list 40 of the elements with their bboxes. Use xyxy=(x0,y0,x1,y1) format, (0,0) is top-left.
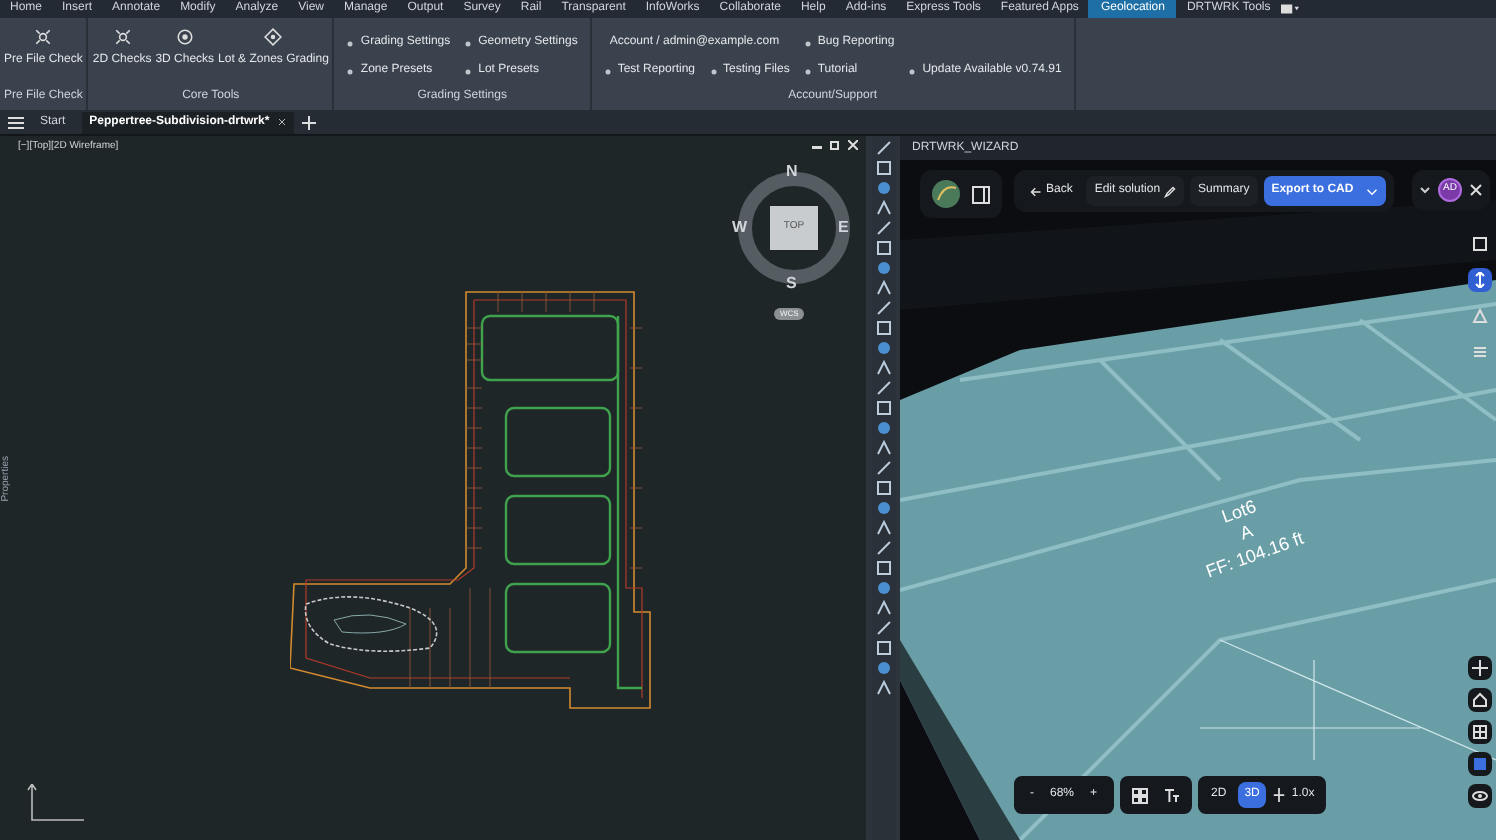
compass-west[interactable]: W xyxy=(732,216,748,240)
minimize-icon[interactable] xyxy=(812,140,822,150)
tool-icon[interactable] xyxy=(1472,788,1488,804)
grid-icon[interactable] xyxy=(1131,787,1148,803)
tool-icon[interactable] xyxy=(1472,724,1488,740)
bullet-icon[interactable] xyxy=(803,67,812,75)
text-size-icon[interactable] xyxy=(1163,787,1180,803)
bullet-icon[interactable] xyxy=(346,67,355,75)
lot-name: Lot6 xyxy=(1219,496,1260,527)
sidebar-toggle-icon[interactable] xyxy=(972,185,990,203)
tool-icon[interactable] xyxy=(1472,692,1488,708)
compass-east[interactable]: E xyxy=(838,216,849,240)
logo-icon[interactable] xyxy=(932,180,960,208)
bullet-icon[interactable] xyxy=(464,39,473,47)
bullet-icon[interactable] xyxy=(803,39,812,47)
new-tab-icon[interactable] xyxy=(301,115,316,129)
bullet-icon[interactable] xyxy=(464,67,473,75)
tool-icon[interactable] xyxy=(113,28,132,46)
pencil-icon[interactable] xyxy=(1164,185,1177,197)
compass-north[interactable]: N xyxy=(786,160,798,184)
bullet-icon[interactable] xyxy=(709,67,717,75)
close-icon[interactable] xyxy=(848,140,858,150)
bullet-icon[interactable] xyxy=(603,67,612,75)
tool-icon[interactable] xyxy=(1472,660,1488,676)
restore-icon[interactable] xyxy=(830,140,840,150)
dropdown-icon[interactable] xyxy=(1280,0,1301,18)
tool-icon[interactable] xyxy=(175,28,194,46)
arrow-left-icon[interactable] xyxy=(1030,185,1042,197)
bullet-icon[interactable] xyxy=(908,67,917,75)
tool-icon[interactable] xyxy=(34,28,53,46)
menu-icon[interactable] xyxy=(8,115,24,129)
lot-zone: A xyxy=(1237,521,1256,545)
tool-icon[interactable] xyxy=(264,28,283,46)
compass-south[interactable]: S xyxy=(786,272,797,296)
chevron-down-icon[interactable] xyxy=(1420,186,1430,194)
bullet-icon[interactable] xyxy=(346,39,355,47)
close-icon[interactable] xyxy=(277,118,286,126)
close-icon[interactable] xyxy=(1470,184,1482,196)
move-icon[interactable] xyxy=(1271,788,1286,802)
tool-icon[interactable] xyxy=(1472,236,1488,252)
